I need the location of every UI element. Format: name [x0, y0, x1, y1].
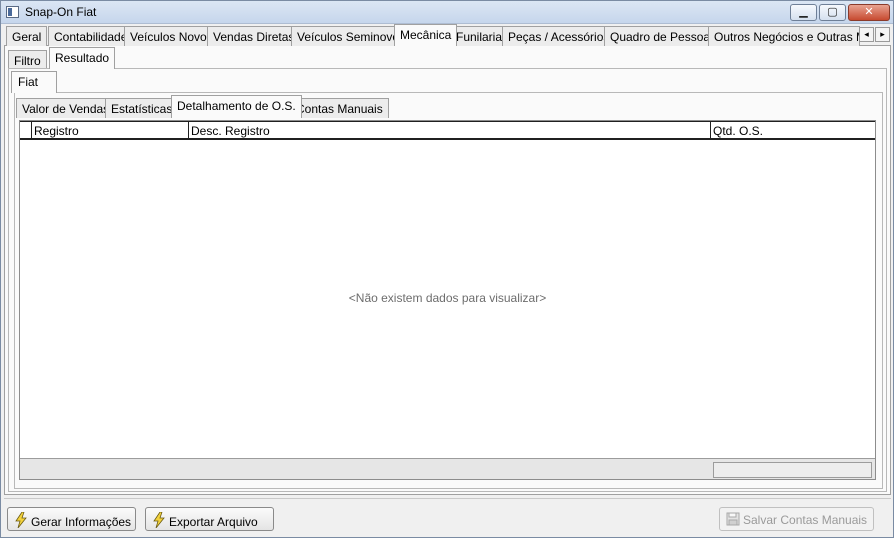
tab-contas-manuais[interactable]: Contas Manuais — [290, 98, 389, 118]
lightning-icon — [14, 511, 29, 531]
tab-funilaria[interactable]: Funilaria — [450, 26, 509, 46]
app-window: Snap-On Fiat ▁ ▢ ✕ Geral Contabilidade V… — [0, 0, 894, 538]
column-header-qtd-os[interactable]: Qtd. O.S. — [711, 121, 875, 139]
tab-pecas-acessorios[interactable]: Peças / Acessórios — [502, 26, 616, 46]
tab-scroll-left-button[interactable]: ◂ — [859, 27, 874, 42]
maximize-button[interactable]: ▢ — [819, 4, 846, 21]
tab-geral[interactable]: Geral — [6, 26, 48, 46]
column-header-desc-registro[interactable]: Desc. Registro — [189, 121, 711, 139]
save-icon — [726, 512, 741, 529]
grid-header: Registro Desc. Registro Qtd. O.S. — [20, 121, 875, 140]
main-tab-strip: Geral Contabilidade Veículos Novos Venda… — [4, 24, 892, 46]
window-title: Snap-On Fiat — [25, 5, 97, 19]
tab-mecanica[interactable]: Mecânica — [394, 24, 458, 46]
grid-footer — [20, 458, 875, 479]
lightning-icon — [152, 511, 167, 531]
tab-detalhamento-os[interactable]: Detalhamento de O.S. — [171, 95, 302, 118]
bottom-toolbar: Gerar Informações Exportar Arquivo Salva… — [4, 498, 891, 536]
column-header-registro[interactable]: Registro — [32, 121, 189, 139]
gerar-informacoes-label: Gerar Informações — [31, 515, 132, 529]
tab-quadro-de-pessoas[interactable]: Quadro de Pessoas — [604, 26, 723, 46]
app-icon — [6, 6, 19, 18]
tab-veiculos-novos[interactable]: Veículos Novos — [124, 26, 219, 46]
row-indicator-header — [20, 121, 32, 139]
title-bar: Snap-On Fiat ▁ ▢ ✕ — [1, 1, 893, 24]
tab-vendas-diretas[interactable]: Vendas Diretas — [207, 26, 301, 46]
footer-summary-cell — [713, 462, 872, 478]
minimize-button[interactable]: ▁ — [790, 4, 817, 21]
exportar-arquivo-button[interactable]: Exportar Arquivo — [145, 507, 274, 531]
salvar-contas-manuais-label: Salvar Contas Manuais — [743, 513, 868, 527]
tab-scroll-right-button[interactable]: ▸ — [875, 27, 890, 42]
tab-resultado[interactable]: Resultado — [49, 47, 116, 69]
grid-empty-message: <Não existem dados para visualizar> — [348, 291, 547, 305]
tab-contabilidade[interactable]: Contabilidade — [48, 26, 134, 46]
gerar-informacoes-button[interactable]: Gerar Informações — [7, 507, 136, 531]
tab-estatisticas[interactable]: Estatísticas — [105, 98, 179, 118]
tab-valor-de-vendas[interactable]: Valor de Vendas — [16, 98, 116, 118]
tab-filtro[interactable]: Filtro — [8, 50, 47, 70]
tab-outros-negocios[interactable]: Outros Negócios e Outras Mar — [708, 26, 860, 46]
os-data-grid[interactable]: Registro Desc. Registro Qtd. O.S. <Não e… — [19, 120, 876, 480]
salvar-contas-manuais-button[interactable]: Salvar Contas Manuais — [719, 507, 874, 531]
tab-fiat[interactable]: Fiat — [11, 71, 57, 93]
exportar-arquivo-label: Exportar Arquivo — [169, 515, 258, 529]
close-button[interactable]: ✕ — [848, 4, 890, 21]
